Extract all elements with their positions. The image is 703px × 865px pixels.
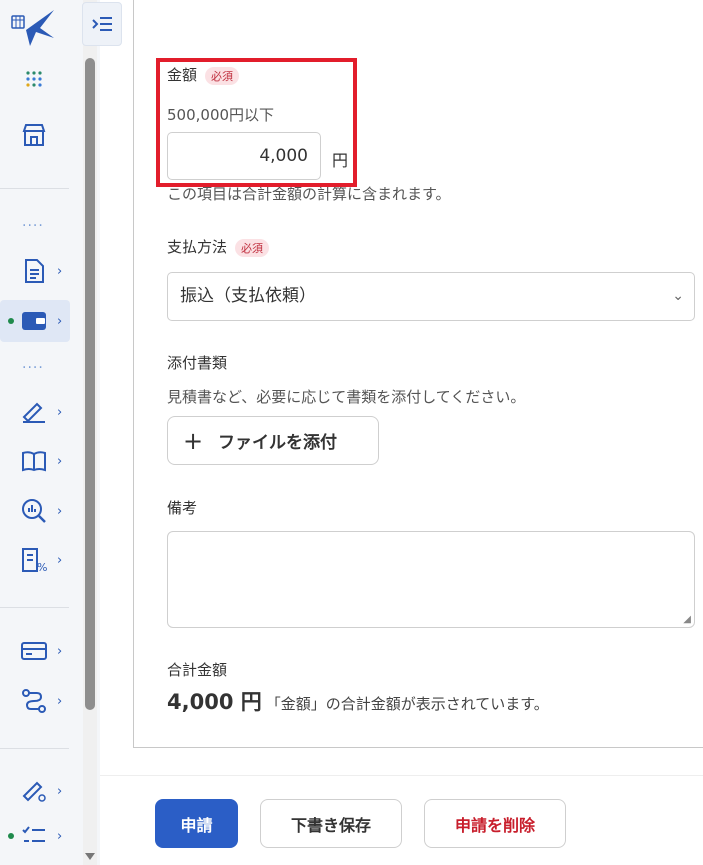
menu-collapse-icon xyxy=(92,17,112,31)
status-dot xyxy=(8,318,14,324)
attach-file-button[interactable]: + ファイルを添付 xyxy=(167,416,379,465)
required-badge: 必須 xyxy=(235,238,270,257)
scrollbar-thumb[interactable] xyxy=(85,58,95,710)
attach-file-label: ファイルを添付 xyxy=(218,433,337,453)
highlight-box xyxy=(156,58,357,187)
sidebar-scrollbar[interactable] xyxy=(83,0,97,865)
book-icon xyxy=(20,447,48,475)
total-amount: 4,000 円 xyxy=(167,690,262,714)
sidebar-item-workflow[interactable]: › xyxy=(0,680,70,722)
save-draft-button[interactable]: 下書き保存 xyxy=(260,799,402,848)
sidebar-divider xyxy=(0,188,69,189)
chevron-right-icon: › xyxy=(57,263,63,279)
payment-method-label-row: 支払方法 必須 xyxy=(167,236,270,257)
store-icon xyxy=(20,121,48,149)
chevron-right-icon: › xyxy=(57,453,63,469)
chevron-right-icon: › xyxy=(57,503,63,519)
sidebar-item-store[interactable] xyxy=(0,114,70,156)
analytics-search-icon xyxy=(20,497,48,525)
sidebar-dots: ···· xyxy=(22,360,44,376)
resize-grip-icon[interactable]: ◢ xyxy=(683,614,691,625)
sidebar-nav: ···· › › ···· › › › % › › › › › xyxy=(0,0,81,865)
chevron-right-icon: › xyxy=(57,828,63,844)
sidebar-item-wallet[interactable]: › xyxy=(0,300,70,342)
signature-settings-icon xyxy=(20,777,48,805)
apps-grid-icon xyxy=(20,65,48,93)
apply-button[interactable]: 申請 xyxy=(155,799,238,848)
status-dot xyxy=(8,833,14,839)
payment-method-value: 振込（支払依頼） xyxy=(180,286,316,306)
signature-icon xyxy=(20,398,48,426)
sidebar-divider xyxy=(0,748,69,749)
document-icon xyxy=(20,257,48,285)
sidebar-item-analytics[interactable]: › xyxy=(0,490,70,532)
wallet-icon xyxy=(20,307,48,335)
delete-application-button[interactable]: 申請を削除 xyxy=(424,799,566,848)
sidebar-collapse-button[interactable] xyxy=(82,2,122,46)
sidebar-item-card[interactable]: › xyxy=(0,630,70,672)
expense-report-icon: % xyxy=(20,546,48,574)
total-label: 合計金額 xyxy=(167,661,228,679)
chevron-down-icon: ⌄ xyxy=(672,288,684,304)
task-list-icon xyxy=(20,822,48,850)
sidebar-item-documents[interactable]: › xyxy=(0,250,70,292)
payment-method-select[interactable]: 振込（支払依頼） ⌄ xyxy=(167,272,695,321)
chevron-right-icon: › xyxy=(57,783,63,799)
chevron-right-icon: › xyxy=(57,552,63,568)
svg-text:%: % xyxy=(37,561,47,573)
scroll-down-arrow-icon[interactable] xyxy=(85,853,95,860)
sidebar-item-signature[interactable]: › xyxy=(0,391,70,433)
credit-card-icon xyxy=(20,637,48,665)
sidebar-item-apps[interactable] xyxy=(0,58,70,100)
payment-method-label: 支払方法 xyxy=(167,238,228,256)
total-note: 「金額」の合計金額が表示されています。 xyxy=(265,695,549,713)
sidebar-item-tasks[interactable]: › xyxy=(0,815,70,857)
attachments-help: 見積書など、必要に応じて書類を添付してください。 xyxy=(167,388,526,406)
chevron-right-icon: › xyxy=(57,313,63,329)
sidebar: ···· › › ···· › › › % › › › › › xyxy=(0,0,100,865)
chevron-right-icon: › xyxy=(57,404,63,420)
sidebar-item-signature-settings[interactable]: › xyxy=(0,770,70,812)
sidebar-dots: ···· xyxy=(22,218,44,234)
attachments-label: 添付書類 xyxy=(167,354,228,372)
remarks-textarea[interactable]: ◢ xyxy=(167,531,695,628)
total-line: 4,000 円「金額」の合計金額が表示されています。 xyxy=(167,686,549,716)
chevron-right-icon: › xyxy=(57,693,63,709)
sidebar-divider xyxy=(0,607,69,608)
app-logo-icon[interactable] xyxy=(10,8,58,48)
sidebar-item-book[interactable]: › xyxy=(0,440,70,482)
remarks-label: 備考 xyxy=(167,499,198,517)
sidebar-item-expense-report[interactable]: % › xyxy=(0,539,70,581)
plus-icon: + xyxy=(182,426,204,455)
workflow-icon xyxy=(20,687,48,715)
chevron-right-icon: › xyxy=(57,643,63,659)
